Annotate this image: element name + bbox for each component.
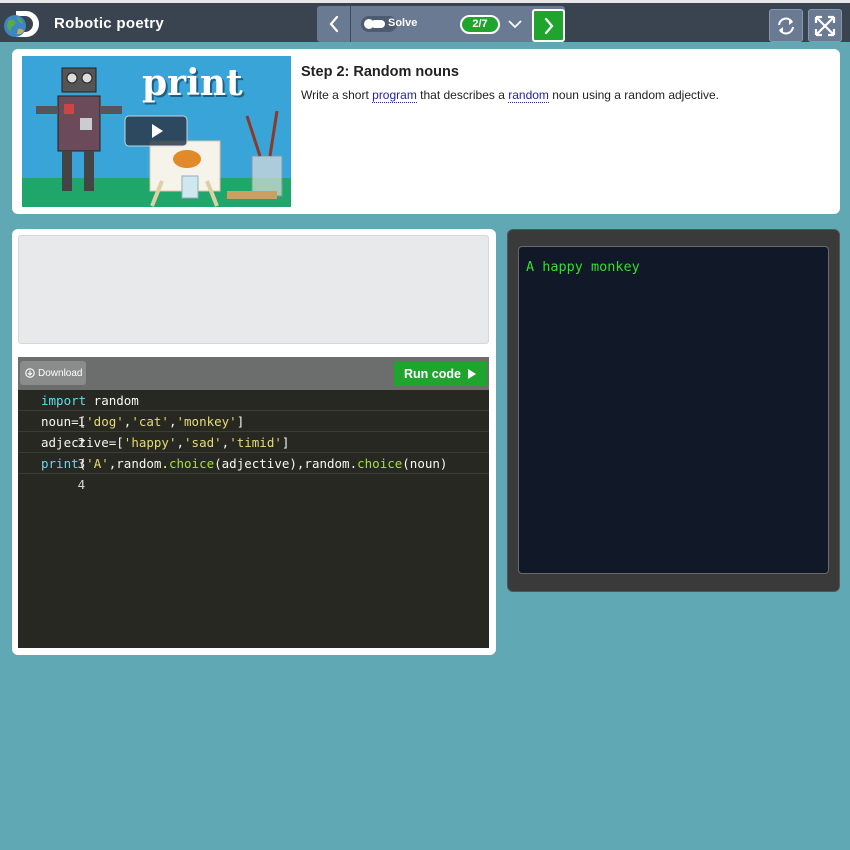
step-card: print Step 2: Random nouns Write a short…: [12, 49, 840, 214]
step-navigator: Solve 2/7: [317, 6, 565, 42]
download-label: Download: [38, 367, 83, 379]
discovery-globe-logo-icon[interactable]: [2, 9, 42, 39]
refresh-button[interactable]: [769, 9, 803, 42]
console-output-screen[interactable]: A happy monkey: [518, 246, 829, 574]
editor-toolbar: Download Run code: [18, 357, 489, 390]
chevron-down-icon: [508, 20, 522, 29]
solve-label: Solve: [388, 17, 418, 29]
console-output: A happy monkey: [526, 259, 640, 275]
code-line[interactable]: 2 noun=['dog','cat','monkey']: [18, 411, 489, 450]
run-code-button[interactable]: Run code: [394, 361, 487, 386]
instructions-area: [18, 235, 489, 344]
line-number: 4: [77, 477, 86, 492]
console-panel: A happy monkey: [507, 229, 840, 592]
video-thumbnail[interactable]: print: [22, 56, 291, 207]
refresh-icon: [778, 17, 794, 34]
download-icon: [25, 368, 35, 378]
fullscreen-button[interactable]: [808, 9, 842, 42]
chevron-right-icon: [544, 17, 553, 34]
play-icon: [467, 368, 476, 379]
app-title: Robotic poetry: [54, 15, 165, 32]
chevron-left-icon: [329, 15, 338, 33]
step-title: Step 2: Random nouns: [301, 64, 459, 80]
code-line[interactable]: 1 import random: [18, 390, 489, 429]
step-progress-badge[interactable]: 2/7: [460, 15, 500, 34]
step-dropdown-button[interactable]: [507, 16, 523, 32]
download-button[interactable]: Download: [20, 361, 86, 385]
run-code-label: Run code: [404, 366, 461, 381]
video-title: print: [142, 62, 243, 104]
glossary-link-random[interactable]: random: [508, 88, 549, 103]
next-step-button[interactable]: [532, 9, 565, 42]
code-line[interactable]: 3 adjective=['happy','sad','timid']: [18, 432, 489, 471]
glossary-link-program[interactable]: program: [372, 88, 417, 103]
top-bar: Robotic poetry Solve 2/7: [0, 0, 850, 42]
step-description: Write a short program that describes a r…: [301, 88, 720, 103]
fullscreen-icon: [814, 15, 836, 36]
editor-panel: Download Run code 1 import random 2 noun…: [12, 229, 496, 655]
code-editor[interactable]: 1 import random 2 noun=['dog','cat','mon…: [18, 390, 489, 648]
previous-step-button[interactable]: [317, 6, 351, 42]
code-line[interactable]: 4 print('A',random.choice(adjective),ran…: [18, 453, 489, 492]
